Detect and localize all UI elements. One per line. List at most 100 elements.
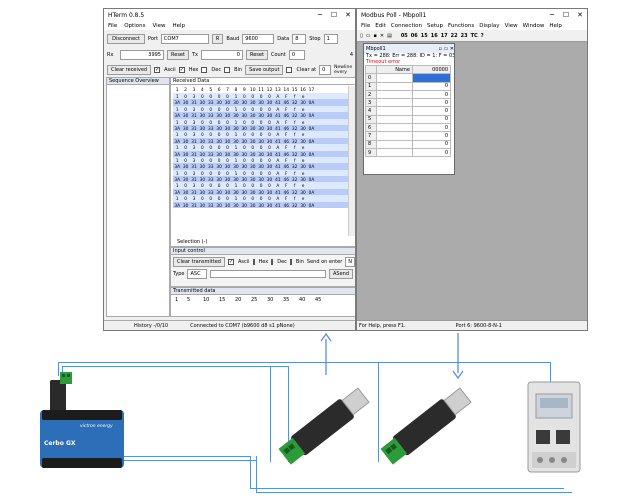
clear-at-input[interactable]: 0: [319, 65, 332, 75]
modbus-minimize-icon[interactable]: ─: [545, 11, 559, 19]
tx-dec-checkbox[interactable]: [271, 259, 274, 265]
baud-select[interactable]: 9600: [242, 34, 275, 44]
register-name[interactable]: [376, 114, 413, 125]
send-on-enter-select[interactable]: N: [345, 257, 355, 267]
register-value[interactable]: 0: [411, 131, 452, 141]
port-select[interactable]: COM7: [160, 34, 209, 44]
tool-code-23[interactable]: 23: [461, 33, 468, 39]
stop-select[interactable]: 1: [323, 34, 338, 44]
register-value[interactable]: [411, 73, 452, 83]
tool-code-16[interactable]: 16: [431, 33, 438, 39]
register-row[interactable]: 30: [365, 98, 452, 108]
tool-code-17[interactable]: 17: [441, 33, 448, 39]
data-label: Data: [277, 36, 290, 42]
modbus-menu-window[interactable]: Window: [523, 23, 545, 29]
hex-checkbox[interactable]: [178, 67, 185, 73]
register-row[interactable]: 20: [365, 89, 452, 100]
tx-ascii-checkbox[interactable]: [227, 259, 234, 265]
tx-dec-label: Dec: [277, 259, 287, 265]
dec-checkbox[interactable]: [201, 67, 208, 73]
menu-options[interactable]: Options: [124, 23, 145, 29]
minimize-icon[interactable]: ─: [313, 11, 327, 19]
register-row[interactable]: 60: [365, 123, 452, 133]
close-icon[interactable]: ✕: [341, 11, 355, 19]
transmitted-data-panel: Transmitted data 1 5 10 15 20 25 30 35 40 45: [170, 287, 355, 317]
tx-hex-checkbox[interactable]: [252, 259, 255, 265]
register-value[interactable]: 0: [411, 139, 452, 149]
count-input[interactable]: 0: [288, 49, 305, 60]
received-scrollbar[interactable]: [348, 86, 355, 236]
menu-view[interactable]: View: [152, 23, 165, 29]
tool-code-22[interactable]: 22: [451, 33, 458, 39]
save-icon[interactable]: ▪: [374, 33, 377, 39]
save-output-button[interactable]: Save output: [245, 65, 284, 75]
register-value[interactable]: 0: [411, 123, 452, 133]
register-name[interactable]: [376, 147, 413, 158]
register-row[interactable]: 70: [365, 131, 452, 141]
modbus-menu-file[interactable]: File: [361, 23, 370, 29]
register-row[interactable]: 50: [365, 114, 452, 125]
hex-cell: 30: [249, 203, 256, 209]
wire-top: [58, 362, 550, 363]
scale-tick: 45: [315, 297, 322, 303]
tx-reset-button[interactable]: Reset: [245, 49, 268, 60]
asend-button[interactable]: ASend: [328, 269, 353, 279]
register-value[interactable]: 0: [411, 106, 452, 116]
register-name[interactable]: [376, 81, 413, 91]
hex-row[interactable]: 3A 30 31 30 33 30 30 30 30 30 30 30 41 46 32 30 0A: [173, 201, 355, 209]
new-icon[interactable]: ▯: [360, 33, 363, 39]
register-row[interactable]: 80: [365, 139, 452, 149]
register-row[interactable]: 10: [365, 81, 452, 91]
register-value[interactable]: 0: [411, 81, 452, 91]
register-value[interactable]: 0: [411, 147, 452, 158]
tx-bin-checkbox[interactable]: [289, 259, 292, 265]
tool-code-15[interactable]: 15: [421, 33, 428, 39]
disconnect-button[interactable]: Disconnect: [107, 34, 145, 44]
delete-icon[interactable]: ✕: [380, 33, 384, 39]
print-icon[interactable]: ▤: [387, 33, 392, 39]
ascii-checkbox[interactable]: [154, 67, 161, 73]
maximize-icon[interactable]: ☐: [327, 11, 341, 19]
tool-code-06[interactable]: 06: [411, 33, 418, 39]
register-row[interactable]: 90: [365, 147, 452, 158]
register-name[interactable]: [376, 73, 413, 83]
modbus-menu-edit[interactable]: Edit: [375, 23, 386, 29]
mbpoll1-window-controls[interactable]: ▫ ▭ ✕: [439, 46, 454, 52]
refresh-button[interactable]: R: [211, 34, 224, 44]
modbus-close-icon[interactable]: ✕: [573, 11, 587, 19]
bin-checkbox[interactable]: [224, 67, 231, 73]
menu-file[interactable]: File: [108, 23, 117, 29]
clear-received-button[interactable]: Clear received: [107, 65, 152, 75]
clear-at-checkbox[interactable]: [286, 67, 293, 73]
register-name[interactable]: [376, 98, 413, 108]
register-name[interactable]: [376, 123, 413, 133]
register-value[interactable]: 0: [411, 114, 452, 125]
rx-reset-button[interactable]: Reset: [167, 49, 189, 60]
register-name[interactable]: [376, 131, 413, 141]
clear-transmitted-button[interactable]: Clear transmitted: [173, 257, 225, 267]
tool-code-tc[interactable]: TC: [471, 33, 478, 39]
modbus-menu-view[interactable]: View: [505, 23, 518, 29]
modbus-menu-setup[interactable]: Setup: [427, 23, 443, 29]
modbus-menu-help[interactable]: Help: [549, 23, 562, 29]
type-select[interactable]: ASC: [187, 269, 208, 279]
register-row[interactable]: 40: [365, 106, 452, 116]
port-status: Port 6: 9600-8-N-1: [455, 322, 502, 329]
help-icon[interactable]: ?: [481, 33, 484, 39]
register-name[interactable]: [376, 106, 413, 116]
wire-bottom-left-2: [256, 456, 257, 492]
data-select[interactable]: 8: [292, 34, 307, 44]
modbus-menu-display[interactable]: Display: [479, 23, 499, 29]
register-row[interactable]: 0: [365, 73, 452, 83]
modbus-menu-connection[interactable]: Connection: [391, 23, 422, 29]
register-name[interactable]: [376, 89, 413, 100]
register-name[interactable]: [376, 139, 413, 149]
transmit-input[interactable]: [210, 270, 326, 278]
menu-help[interactable]: Help: [173, 23, 186, 29]
register-value[interactable]: 0: [411, 98, 452, 108]
modbus-maximize-icon[interactable]: ☐: [559, 11, 573, 19]
tool-code-05[interactable]: 05: [401, 33, 408, 39]
modbus-menu-functions[interactable]: Functions: [448, 23, 474, 29]
register-value[interactable]: 0: [411, 89, 452, 100]
open-icon[interactable]: ▭: [366, 33, 371, 39]
